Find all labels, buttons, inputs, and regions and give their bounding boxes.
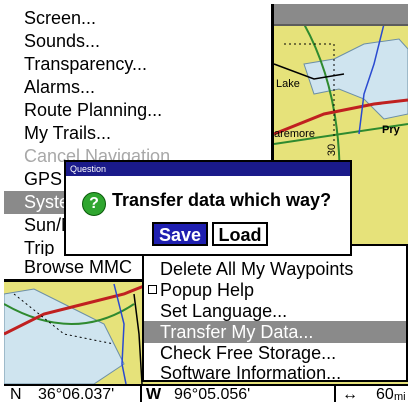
menu-item-transparency[interactable]: Transparency... <box>4 53 271 76</box>
submenu-item-check-free-storage[interactable]: Check Free Storage... <box>144 342 406 364</box>
submenu-item-software-information[interactable]: Software Information... <box>144 362 406 384</box>
map-header-bar <box>274 4 408 26</box>
popup-help-label: Popup Help <box>160 280 255 300</box>
latitude-hemisphere: N <box>10 386 22 403</box>
map-label-place: aremore <box>274 128 315 140</box>
lake-shape-lower <box>4 288 125 384</box>
menu-item-alarms[interactable]: Alarms... <box>4 76 271 99</box>
map-label-lake: Lake <box>276 78 300 90</box>
status-bar: N 36°06.037' W 96°05.056' ↔ 60 mi <box>4 384 408 403</box>
question-dialog: Question ? Transfer data which way? Save… <box>64 160 352 256</box>
status-divider <box>334 386 336 402</box>
longitude-value: 96°05.056' <box>174 386 251 403</box>
dialog-message: Transfer data which way? <box>112 190 332 210</box>
question-icon: ? <box>82 192 106 216</box>
submenu-item-popup-help[interactable]: Popup Help <box>144 279 406 301</box>
submenu-item-transfer-my-data[interactable]: Transfer My Data... <box>144 321 406 343</box>
longitude-hemisphere: W <box>146 386 162 403</box>
map-label-route: 30 <box>326 143 339 157</box>
save-button[interactable]: Save <box>152 222 208 246</box>
latitude-value: 36°06.037' <box>38 386 115 403</box>
map-label-road-code: Pry <box>382 124 400 136</box>
road-black <box>133 293 143 384</box>
menu-item-browse-mmc[interactable]: Browse MMC <box>4 256 142 279</box>
scale-value: 60 <box>376 386 394 403</box>
dialog-title: Question <box>66 162 350 176</box>
menu-item-sounds[interactable]: Sounds... <box>4 30 271 53</box>
submenu-item-delete-all-waypoints[interactable]: Delete All My Waypoints <box>144 258 406 280</box>
scale-unit: mi <box>394 391 406 403</box>
popup-help-checkbox[interactable] <box>148 285 157 294</box>
load-button[interactable]: Load <box>212 222 268 246</box>
menu-item-my-trails[interactable]: My Trails... <box>4 122 271 145</box>
menu-item-route-planning[interactable]: Route Planning... <box>4 99 271 122</box>
scale-arrows-icon: ↔ <box>342 386 358 403</box>
gps-screen: Lake aremore Pry 30 Screen... Sounds... … <box>0 0 412 406</box>
system-setup-submenu: Delete All My Waypoints Popup Help Set L… <box>142 244 408 384</box>
submenu-item-set-language[interactable]: Set Language... <box>144 300 406 322</box>
menu-item-screen[interactable]: Screen... <box>4 7 271 30</box>
status-divider <box>140 386 142 402</box>
